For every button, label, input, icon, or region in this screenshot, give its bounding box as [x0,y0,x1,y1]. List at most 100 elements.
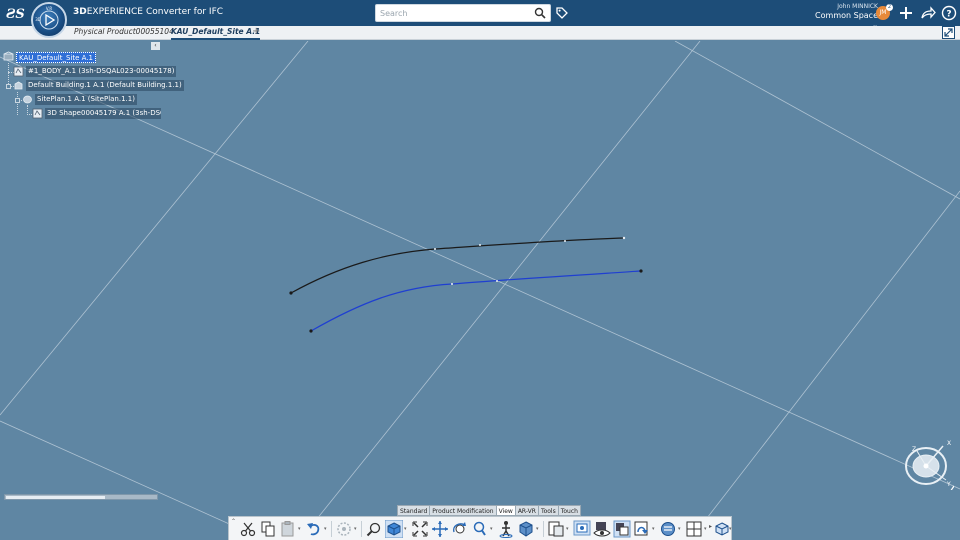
scissors-icon [240,522,256,537]
search-input[interactable] [380,6,530,20]
cube-icon [385,520,403,538]
tree-node-shape[interactable]: 3D Shape00045179 A.1 (3sh-DSQAL [45,108,161,119]
grid-line [0,420,266,540]
site-icon [3,51,14,61]
render-style-button[interactable] [517,520,535,538]
tree-node-siteplan[interactable]: SitePlan.1 A.1 (SitePlan.1.1) [35,94,137,105]
separator [361,521,362,537]
scrollbar-thumb[interactable] [6,496,105,499]
undo-button[interactable] [305,520,323,538]
compass-menu-button[interactable]: V.R 3D [31,2,67,38]
view-dropdown-icon[interactable]: ▾ [404,526,407,532]
eye-icon [593,522,611,537]
zoom-fit-button[interactable] [365,520,383,538]
tree-connector [17,92,18,115]
tree-expander[interactable] [6,84,11,89]
cut-button[interactable] [239,520,257,538]
svg-text:ƧS: ƧS [6,7,25,22]
dassault-logo-icon[interactable]: ƧS [6,4,26,22]
magnifier-icon [366,522,381,537]
brand-bold: 3D [73,7,87,17]
section-icon [634,521,648,536]
3d-viewport[interactable]: ‹ KAU_Default_Site A.1 #1_BODY_A.1 (3sh-… [0,41,960,540]
grid-line [674,41,960,200]
pan-button[interactable] [431,520,449,538]
tree-expander[interactable] [15,98,20,103]
selection-dropdown-icon[interactable]: ▾ [354,526,357,532]
separator [543,521,544,537]
tab-view[interactable]: View [495,505,516,516]
pan-icon [432,521,448,537]
walk-icon [499,521,513,538]
brand-light: EXPERIENCE [86,7,143,17]
annotation-dropdown-icon[interactable]: ▾ [678,526,681,532]
zoom-dropdown-icon[interactable]: ▾ [490,526,493,532]
capture-icon [573,520,591,536]
notification-badge: 2 [886,4,893,11]
hide-dropdown-icon[interactable]: ▾ [566,526,569,532]
rotate-button[interactable] [451,520,469,538]
annotation-button[interactable] [659,520,677,538]
compass-menu-sub: 3D [35,17,41,22]
capture-button[interactable] [573,520,591,538]
curve-black-point [564,240,566,242]
tree-node-root[interactable]: KAU_Default_Site A.1 [16,52,96,63]
visibility-button[interactable] [593,520,611,538]
share-icon[interactable] [920,5,936,21]
add-tab-button[interactable]: + [252,26,260,37]
curve-blue-endpoint [309,329,313,333]
zoom-button[interactable] [471,520,489,538]
compass-x-label: X [947,440,951,447]
tree-scrollbar[interactable] [4,494,158,500]
siteplan-icon [23,95,32,104]
annotation-icon [661,522,675,536]
selection-button[interactable] [335,520,353,538]
tree-node-building[interactable]: Default Building.1 A.1 (Default Building… [26,80,184,91]
selection-icon [337,522,351,536]
action-bar-collapse-icon[interactable]: ⌃ [231,518,236,525]
layout-button[interactable] [685,520,703,538]
paste-button[interactable] [279,520,297,538]
tab-touch[interactable]: Touch [557,505,581,516]
tree-collapse-button[interactable]: ‹ [151,42,160,50]
grid-layout-icon [686,521,702,537]
tree-node-body[interactable]: #1_BODY_A.1 (3sh-DSQAL023-00045178) [26,66,177,77]
curve-blue-point [451,283,453,285]
zoom-icon [473,521,486,536]
hide-show-button[interactable] [547,520,565,538]
compass-menu-label: V.R [46,6,52,11]
search-icon[interactable] [534,7,546,19]
tab-tools[interactable]: Tools [537,505,559,516]
fit-all-button[interactable] [942,26,955,39]
walk-button[interactable] [497,520,515,538]
tab-kau-default-site[interactable]: KAU_Default_Site A.1 [171,27,261,40]
layout-dropdown-icon[interactable]: ▾ [704,526,707,532]
3d-compass[interactable]: X Z Y [898,434,954,490]
tab-bar: Physical Product00055104 KAU_Default_Sit… [0,26,960,40]
next-section-icon[interactable]: ▸ [709,523,712,530]
copy-icon [261,521,275,537]
tab-product-modification[interactable]: Product Modification [429,505,497,516]
tab-physical-product[interactable]: Physical Product00055104 [74,27,174,40]
fit-all-in-button[interactable] [411,520,429,538]
compass-z-label: Z [912,446,916,453]
add-icon[interactable] [898,5,914,21]
copy-button[interactable] [259,520,277,538]
action-bar-tabs: Standard Product Modification View AR-VR Too… [397,505,581,516]
render-dropdown-icon[interactable]: ▾ [536,526,539,532]
undo-dropdown-icon[interactable]: ▾ [324,526,327,532]
section-button[interactable] [633,520,651,538]
space-name: Common Space [815,11,878,20]
tag-icon[interactable] [555,6,569,20]
tab-standard[interactable]: Standard [397,505,431,516]
tab-ar-vr[interactable]: AR-VR [514,505,539,516]
curve-black-point [434,248,436,250]
compass-y-label: Y [946,481,951,488]
publish-dropdown-icon[interactable]: ▾ [729,526,732,532]
section-dropdown-icon[interactable]: ▾ [652,526,655,532]
top-bar: ƧS 3DEXPERIENCEConverter for IFC John MI… [0,0,960,29]
paste-dropdown-icon[interactable]: ▾ [298,526,301,532]
layers-button[interactable] [613,520,631,538]
help-icon[interactable]: ? [941,5,957,21]
view-cube-button[interactable] [385,520,403,538]
